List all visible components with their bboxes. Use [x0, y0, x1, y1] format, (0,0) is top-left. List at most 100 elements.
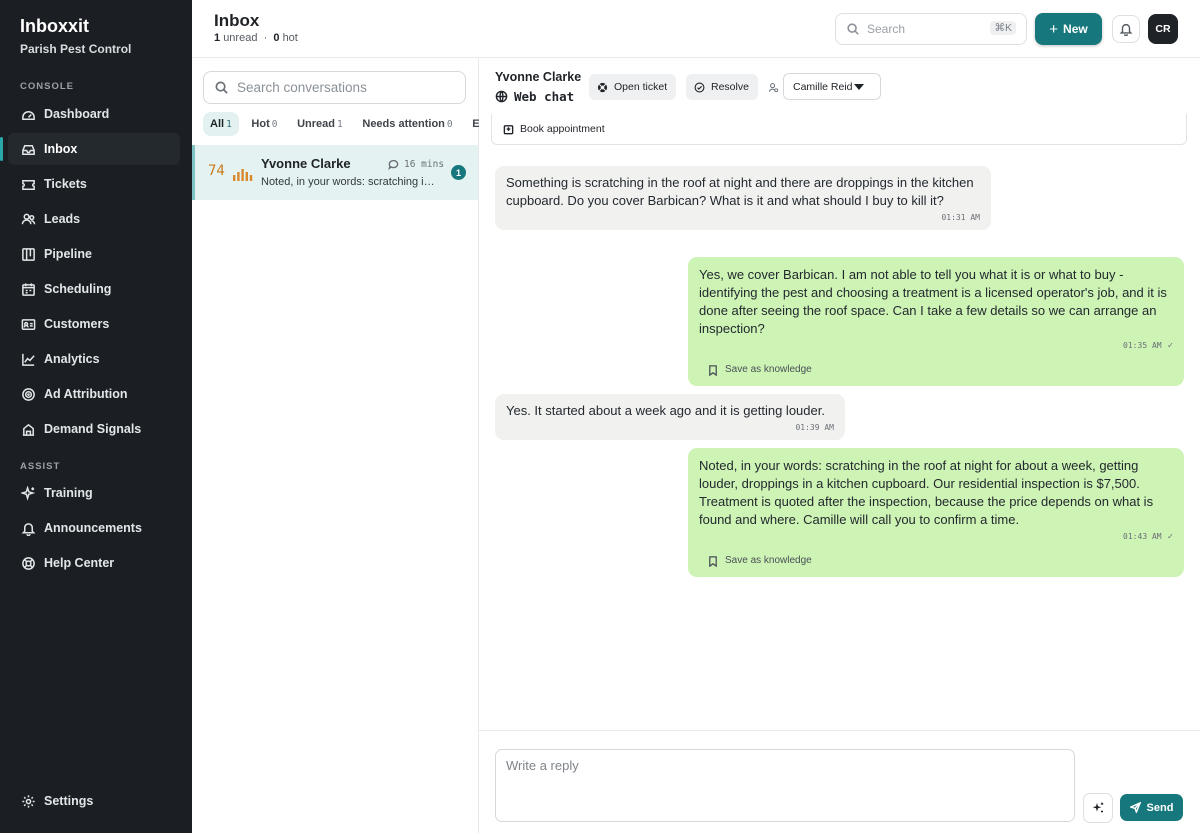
channel-label: Web chat — [495, 89, 574, 104]
dashboard-icon — [20, 106, 36, 122]
filter-needs-attention[interactable]: Needs attention 0 — [355, 112, 459, 136]
lead-score: 74 — [208, 163, 225, 179]
conversation-list-pane: Search conversations All 1 Hot 0 Unread 1 N… — [192, 58, 479, 833]
filter-label: Unread — [297, 118, 336, 130]
search-shortcut: ⌘K — [990, 21, 1016, 35]
search-icon — [847, 23, 859, 35]
resolve-button[interactable]: Resolve — [686, 74, 758, 100]
filter-count: 1 — [226, 119, 232, 130]
sidebar-item-label: Inbox — [44, 142, 78, 156]
notifications-button[interactable] — [1112, 15, 1140, 43]
summary-separator: · — [263, 32, 268, 44]
filter-overflow[interactable]: Ex — [465, 112, 479, 136]
channel-name: Web chat — [514, 89, 575, 104]
filter-all[interactable]: All 1 — [203, 112, 239, 136]
sidebar-item-leads[interactable]: Leads — [8, 203, 180, 235]
sidebar-item-label: Tickets — [44, 177, 87, 191]
chat-bubble-icon — [388, 159, 399, 170]
signal-bars-icon — [233, 169, 253, 181]
inbox-header: Inbox 1 unread · 0 hot Search ⌘K + New C… — [192, 0, 1200, 58]
delivered-check-icon: ✓ — [1167, 532, 1173, 542]
message-text: Noted, in your words: scratching in the … — [699, 458, 1154, 527]
filter-unread[interactable]: Unread 1 — [290, 112, 350, 136]
sidebar-item-customers[interactable]: Customers — [8, 308, 180, 340]
reply-input[interactable] — [495, 749, 1075, 822]
sidebar-item-dashboard[interactable]: Dashboard — [8, 98, 180, 130]
sidebar-item-demand-signals[interactable]: Demand Signals — [8, 413, 180, 445]
global-search-input[interactable]: Search ⌘K — [835, 13, 1027, 45]
assignee-select[interactable]: Camille Reid — [783, 73, 881, 100]
send-icon — [1129, 802, 1141, 813]
global-search-placeholder: Search — [867, 22, 906, 36]
filter-label: Ex — [472, 118, 479, 130]
book-appointment-button[interactable]: Book appointment — [491, 114, 1187, 145]
sidebar-item-announcements[interactable]: Announcements — [8, 512, 180, 544]
unread-badge: 1 — [451, 165, 466, 180]
conversation-search-input[interactable]: Search conversations — [203, 71, 466, 104]
sparkle-icon — [20, 485, 36, 501]
building-icon — [20, 421, 36, 437]
bell-icon — [1119, 23, 1133, 36]
filter-label: Hot — [251, 118, 270, 130]
check-circle-icon — [694, 82, 705, 92]
message-meta: 01:43 AM ✓ — [699, 531, 1173, 543]
sidebar-item-scheduling[interactable]: Scheduling — [8, 273, 180, 305]
calendar-icon — [20, 281, 36, 297]
sidebar-item-label: Training — [44, 486, 93, 500]
app-brand: Inboxxit — [20, 16, 90, 36]
gear-icon — [20, 793, 36, 809]
sidebar-item-tickets[interactable]: Tickets — [8, 168, 180, 200]
assignee-value: Camille Reid — [793, 80, 853, 93]
reply-composer: Send — [479, 730, 1200, 833]
plus-icon: + — [1049, 20, 1059, 38]
assign-user-icon — [768, 83, 779, 93]
pipeline-icon — [20, 246, 36, 262]
bell-icon — [20, 520, 36, 536]
unread-label: unread — [223, 32, 258, 44]
hot-count: 0 — [273, 32, 280, 44]
message-text: Yes, we cover Barbican. I am not able to… — [699, 267, 1167, 336]
user-avatar[interactable]: CR — [1148, 14, 1178, 44]
sidebar-item-label: Customers — [44, 317, 110, 331]
conversation-search-placeholder: Search conversations — [237, 80, 367, 95]
org-name: Parish Pest Control — [20, 42, 132, 56]
inbox-icon — [20, 141, 36, 157]
send-button[interactable]: Send — [1120, 794, 1183, 821]
filter-count: 0 — [446, 119, 453, 130]
filter-label: Needs attention — [362, 118, 445, 130]
ai-assist-button[interactable] — [1083, 793, 1113, 823]
message-time: 01:39 AM — [795, 423, 834, 432]
filter-hot[interactable]: Hot 0 — [244, 112, 284, 136]
save-as-knowledge-button[interactable]: Save as knowledge — [708, 552, 1173, 570]
sidebar-item-analytics[interactable]: Analytics — [8, 343, 180, 375]
save-as-knowledge-button[interactable]: Save as knowledge — [708, 361, 1173, 379]
sidebar-item-label: Settings — [44, 794, 94, 808]
save-as-knowledge-label: Save as knowledge — [725, 364, 812, 375]
sidebar-item-label: Dashboard — [44, 107, 110, 121]
new-button-label: New — [1063, 22, 1088, 36]
sidebar-item-label: Analytics — [44, 352, 100, 366]
chat-header: Yvonne Clarke Web chat Open ticket Resol… — [479, 58, 1200, 114]
sidebar-item-ad-attribution[interactable]: Ad Attribution — [8, 378, 180, 410]
sidebar-item-label: Pipeline — [44, 247, 92, 261]
message-outgoing: Yes, we cover Barbican. I am not able to… — [688, 257, 1184, 386]
message-text: Something is scratching in the roof at n… — [506, 175, 974, 208]
sidebar-item-inbox[interactable]: Inbox — [0, 133, 180, 165]
sparkle-icon — [1092, 802, 1104, 813]
hot-label: hot — [282, 32, 298, 44]
open-ticket-button[interactable]: Open ticket — [589, 74, 677, 100]
new-button[interactable]: + New — [1035, 13, 1102, 45]
sidebar-item-help-center[interactable]: Help Center — [8, 547, 180, 579]
id-card-icon — [20, 316, 36, 332]
delivered-check-icon: ✓ — [1167, 341, 1173, 351]
sidebar-item-settings[interactable]: Settings — [8, 785, 180, 817]
conversation-item[interactable]: 74 Yvonne Clarke 16 mins Noted, in your … — [192, 145, 478, 200]
users-icon — [20, 211, 36, 227]
message-text: Yes. It started about a week ago and it … — [506, 403, 825, 418]
sidebar-item-pipeline[interactable]: Pipeline — [8, 238, 180, 270]
send-button-label: Send — [1146, 801, 1174, 814]
sidebar-item-label: Ad Attribution — [44, 387, 128, 401]
sidebar-item-training[interactable]: Training — [8, 477, 180, 509]
message-time: 01:43 AM — [1123, 532, 1162, 541]
open-ticket-label: Open ticket — [614, 81, 668, 93]
